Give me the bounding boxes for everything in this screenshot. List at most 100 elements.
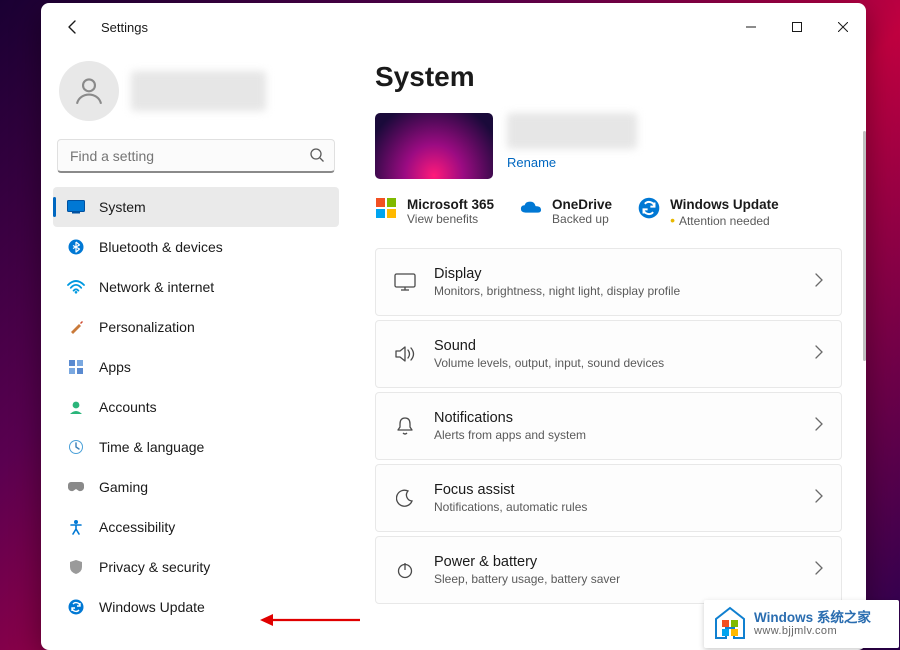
back-arrow-icon xyxy=(65,19,81,35)
sidebar-item-personalization[interactable]: Personalization xyxy=(53,307,339,347)
accounts-icon xyxy=(67,398,85,416)
watermark-title: Windows 系统之家 xyxy=(754,610,871,626)
card-power-battery[interactable]: Power & battery Sleep, battery usage, ba… xyxy=(375,536,842,604)
sidebar-item-network[interactable]: Network & internet xyxy=(53,267,339,307)
bluetooth-icon xyxy=(67,238,85,256)
avatar xyxy=(59,61,119,121)
sidebar-item-label: Gaming xyxy=(99,479,148,495)
person-icon xyxy=(72,74,106,108)
bell-icon xyxy=(394,416,416,436)
minimize-icon xyxy=(746,22,756,32)
minimize-button[interactable] xyxy=(728,11,774,43)
search-icon xyxy=(309,147,325,168)
moon-icon xyxy=(394,489,416,507)
back-button[interactable] xyxy=(57,11,89,43)
card-sub: Monitors, brightness, night light, displ… xyxy=(434,284,797,298)
sidebar-item-accounts[interactable]: Accounts xyxy=(53,387,339,427)
body: System Bluetooth & devices Network & int… xyxy=(41,51,866,650)
card-sound[interactable]: Sound Volume levels, output, input, soun… xyxy=(375,320,842,388)
sidebar-item-windows-update[interactable]: Windows Update xyxy=(53,587,339,627)
card-title: Notifications xyxy=(434,410,797,426)
sidebar: System Bluetooth & devices Network & int… xyxy=(41,51,351,650)
card-text: Notifications Alerts from apps and syste… xyxy=(434,410,797,442)
chevron-right-icon xyxy=(815,489,823,508)
sidebar-item-bluetooth[interactable]: Bluetooth & devices xyxy=(53,227,339,267)
sidebar-item-apps[interactable]: Apps xyxy=(53,347,339,387)
info-text: Windows Update Attention needed xyxy=(670,197,779,228)
scrollbar[interactable] xyxy=(863,131,866,361)
gaming-icon xyxy=(67,478,85,496)
card-notifications[interactable]: Notifications Alerts from apps and syste… xyxy=(375,392,842,460)
card-title: Sound xyxy=(434,338,797,354)
chevron-right-icon xyxy=(815,273,823,292)
pc-name-redacted xyxy=(507,113,637,149)
accessibility-icon xyxy=(67,518,85,536)
card-focus-assist[interactable]: Focus assist Notifications, automatic ru… xyxy=(375,464,842,532)
info-title: Microsoft 365 xyxy=(407,197,494,212)
sidebar-item-accessibility[interactable]: Accessibility xyxy=(53,507,339,547)
sidebar-item-label: Accessibility xyxy=(99,519,175,535)
card-sub: Alerts from apps and system xyxy=(434,428,797,442)
pc-name-column: Rename xyxy=(507,113,637,170)
settings-window: Settings System xyxy=(41,3,866,650)
maximize-icon xyxy=(792,22,802,32)
sidebar-item-label: Windows Update xyxy=(99,599,205,615)
sidebar-item-time-language[interactable]: Time & language xyxy=(53,427,339,467)
update-icon xyxy=(638,197,660,219)
sound-icon xyxy=(394,345,416,363)
watermark-url: www.bjjmlv.com xyxy=(754,625,871,638)
watermark-logo-icon xyxy=(712,606,748,642)
chevron-right-icon xyxy=(815,417,823,436)
onedrive-icon xyxy=(520,197,542,219)
sidebar-item-label: Apps xyxy=(99,359,131,375)
sidebar-item-label: Time & language xyxy=(99,439,204,455)
display-icon xyxy=(394,273,416,291)
search-input[interactable] xyxy=(57,139,335,173)
shield-icon xyxy=(67,558,85,576)
wifi-icon xyxy=(67,278,85,296)
microsoft365-icon xyxy=(375,197,397,219)
info-title: Windows Update xyxy=(670,197,779,212)
sidebar-item-label: Network & internet xyxy=(99,279,214,295)
card-text: Display Monitors, brightness, night ligh… xyxy=(434,266,797,298)
chevron-right-icon xyxy=(815,561,823,580)
info-card-onedrive[interactable]: OneDrive Backed up xyxy=(520,197,612,228)
sidebar-item-label: Bluetooth & devices xyxy=(99,239,223,255)
power-icon xyxy=(394,561,416,579)
card-text: Power & battery Sleep, battery usage, ba… xyxy=(434,554,797,586)
desktop-preview[interactable] xyxy=(375,113,493,179)
card-title: Focus assist xyxy=(434,482,797,498)
user-name-redacted xyxy=(131,71,266,111)
nav-list: System Bluetooth & devices Network & int… xyxy=(49,187,343,642)
sidebar-item-privacy[interactable]: Privacy & security xyxy=(53,547,339,587)
info-card-microsoft365[interactable]: Microsoft 365 View benefits xyxy=(375,197,494,228)
card-display[interactable]: Display Monitors, brightness, night ligh… xyxy=(375,248,842,316)
sidebar-item-gaming[interactable]: Gaming xyxy=(53,467,339,507)
card-text: Focus assist Notifications, automatic ru… xyxy=(434,482,797,514)
info-text: OneDrive Backed up xyxy=(552,197,612,226)
maximize-button[interactable] xyxy=(774,11,820,43)
close-button[interactable] xyxy=(820,11,866,43)
info-title: OneDrive xyxy=(552,197,612,212)
sidebar-item-system[interactable]: System xyxy=(53,187,339,227)
chevron-right-icon xyxy=(815,345,823,364)
clock-icon xyxy=(67,438,85,456)
card-title: Display xyxy=(434,266,797,282)
user-row[interactable] xyxy=(49,61,343,133)
info-row: Microsoft 365 View benefits OneDrive Bac… xyxy=(375,197,842,228)
paintbrush-icon xyxy=(67,318,85,336)
info-card-windows-update[interactable]: Windows Update Attention needed xyxy=(638,197,779,228)
sidebar-item-label: Personalization xyxy=(99,319,195,335)
card-text: Sound Volume levels, output, input, soun… xyxy=(434,338,797,370)
window-title: Settings xyxy=(101,20,148,35)
titlebar: Settings xyxy=(41,3,866,51)
settings-cards: Display Monitors, brightness, night ligh… xyxy=(375,248,842,604)
info-sub: View benefits xyxy=(407,212,494,226)
sidebar-item-label: Privacy & security xyxy=(99,559,210,575)
info-sub: Attention needed xyxy=(670,212,779,228)
search-box xyxy=(57,139,335,173)
card-sub: Sleep, battery usage, battery saver xyxy=(434,572,797,586)
rename-link[interactable]: Rename xyxy=(507,155,637,170)
watermark: Windows 系统之家 www.bjjmlv.com xyxy=(704,600,899,648)
system-header-row: Rename xyxy=(375,113,842,179)
